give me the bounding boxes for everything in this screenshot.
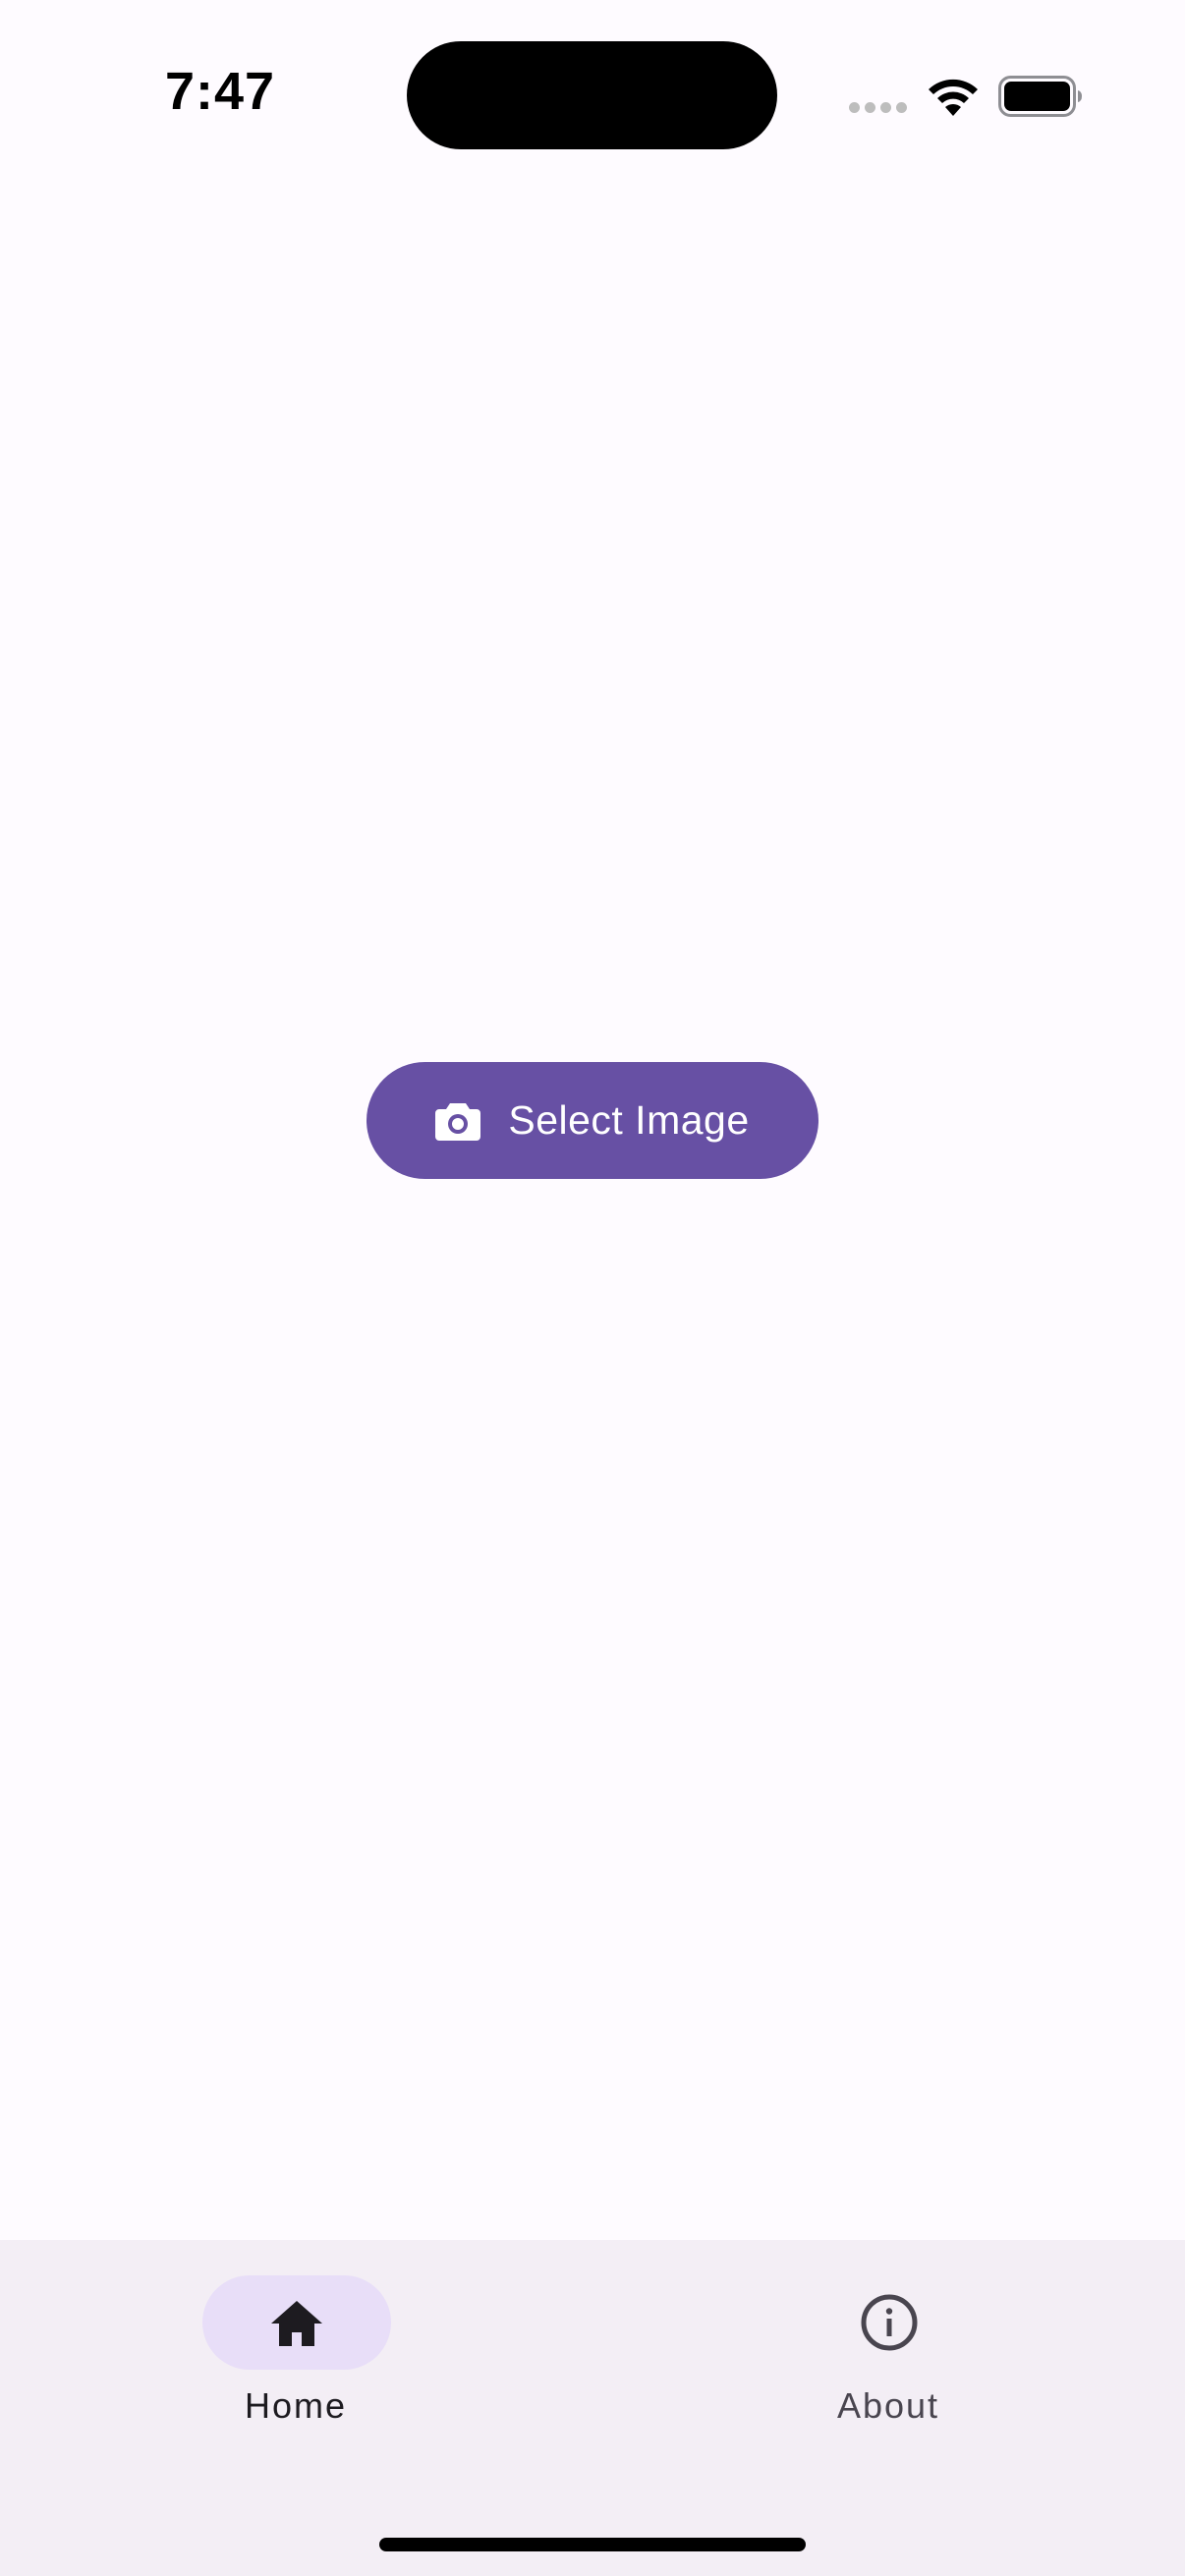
select-image-label: Select Image: [508, 1097, 750, 1143]
nav-item-about[interactable]: About: [761, 2275, 1016, 2442]
status-time: 7:47: [165, 62, 276, 121]
home-icon: [271, 2301, 322, 2346]
info-icon: [861, 2294, 918, 2351]
nav-item-home[interactable]: Home: [168, 2275, 423, 2442]
wifi-icon: [929, 79, 978, 116]
status-bar: 7:47: [0, 0, 1185, 187]
home-indicator[interactable]: [379, 2538, 806, 2551]
cellular-signal-icon: [849, 102, 908, 114]
select-image-button[interactable]: Select Image: [367, 1062, 818, 1179]
nav-label-home: Home: [244, 2385, 348, 2426]
camera-icon: [435, 1102, 481, 1141]
battery-icon: [998, 76, 1082, 117]
bottom-navigation-bar: Home About: [0, 2240, 1185, 2576]
nav-label-about: About: [836, 2385, 940, 2426]
main-content: Select Image: [0, 187, 1185, 2240]
dynamic-island: [407, 41, 777, 149]
